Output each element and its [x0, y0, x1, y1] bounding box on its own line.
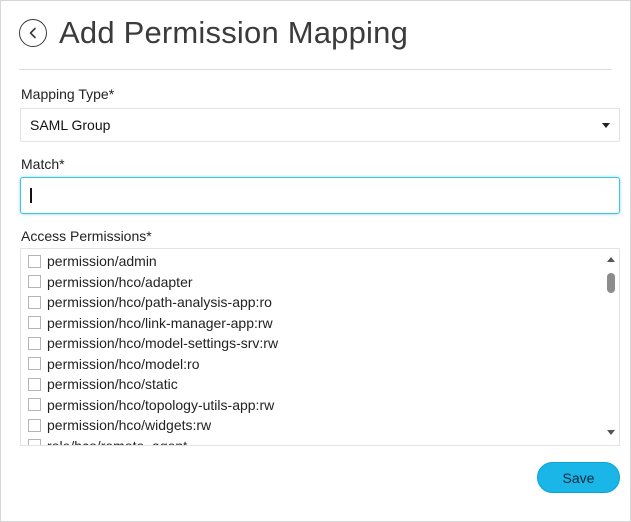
match-input[interactable]	[20, 177, 620, 214]
permission-item[interactable]: permission/hco/path-analysis-app:ro	[21, 292, 601, 313]
permission-checkbox[interactable]	[28, 275, 41, 289]
permission-item[interactable]: permission/hco/adapter	[21, 272, 601, 293]
permission-checkbox[interactable]	[28, 439, 41, 445]
header-divider	[19, 69, 612, 70]
permission-label: permission/hco/topology-utils-app:rw	[47, 396, 275, 413]
mapping-type-value: SAML Group	[30, 117, 111, 133]
scroll-up-arrow-icon[interactable]	[607, 257, 615, 262]
permission-label: permission/hco/adapter	[47, 273, 193, 290]
chevron-left-icon	[29, 27, 36, 39]
list-scrollbar[interactable]	[603, 249, 619, 445]
scroll-thumb[interactable]	[607, 273, 615, 293]
permission-checkbox[interactable]	[28, 336, 41, 350]
permission-label: permission/hco/link-manager-app:rw	[47, 314, 273, 331]
save-button[interactable]: Save	[537, 462, 620, 493]
permission-checkbox[interactable]	[28, 254, 41, 268]
permission-item[interactable]: permission/hco/topology-utils-app:rw	[21, 395, 601, 416]
page-title: Add Permission Mapping	[59, 15, 409, 50]
permission-checkbox[interactable]	[28, 357, 41, 371]
permission-item[interactable]: permission/hco/model:ro	[21, 354, 601, 375]
permission-items: permission/admin permission/hco/adapter pe…	[21, 251, 601, 446]
permission-checkbox[interactable]	[28, 295, 41, 309]
permission-checkbox[interactable]	[28, 316, 41, 330]
match-label: Match*	[21, 156, 65, 172]
permission-item[interactable]: permission/hco/model-settings-srv:rw	[21, 333, 601, 354]
permission-label: permission/hco/static	[47, 376, 178, 393]
page-header: Add Permission Mapping	[19, 11, 408, 55]
access-permissions-list[interactable]: permission/admin permission/hco/adapter pe…	[20, 248, 620, 446]
permission-checkbox[interactable]	[28, 377, 41, 391]
permission-item[interactable]: permission/admin	[21, 251, 601, 272]
permission-checkbox[interactable]	[28, 398, 41, 412]
scroll-down-arrow-icon[interactable]	[607, 430, 615, 435]
permission-item[interactable]: permission/hco/static	[21, 374, 601, 395]
permission-label: permission/hco/model-settings-srv:rw	[47, 335, 279, 352]
mapping-type-select[interactable]: SAML Group	[20, 108, 620, 142]
access-permissions-label: Access Permissions*	[21, 228, 152, 244]
permission-mapping-dialog: Add Permission Mapping Mapping Type* SAM…	[0, 0, 631, 522]
permission-label: permission/admin	[47, 253, 157, 270]
permission-item[interactable]: permission/hco/link-manager-app:rw	[21, 313, 601, 334]
permission-label: permission/hco/widgets:rw	[47, 417, 212, 434]
permission-item[interactable]: permission/hco/widgets:rw	[21, 415, 601, 436]
permission-label: permission/hco/model:ro	[47, 355, 200, 372]
text-cursor	[30, 188, 32, 203]
back-button[interactable]	[19, 19, 47, 47]
permission-checkbox[interactable]	[28, 418, 41, 432]
permission-label: role/hco/remote_agent	[47, 437, 188, 446]
mapping-type-label: Mapping Type*	[21, 86, 115, 102]
caret-down-icon	[602, 123, 610, 128]
permission-item[interactable]: role/hco/remote_agent	[21, 436, 601, 446]
permission-label: permission/hco/path-analysis-app:ro	[47, 294, 272, 311]
